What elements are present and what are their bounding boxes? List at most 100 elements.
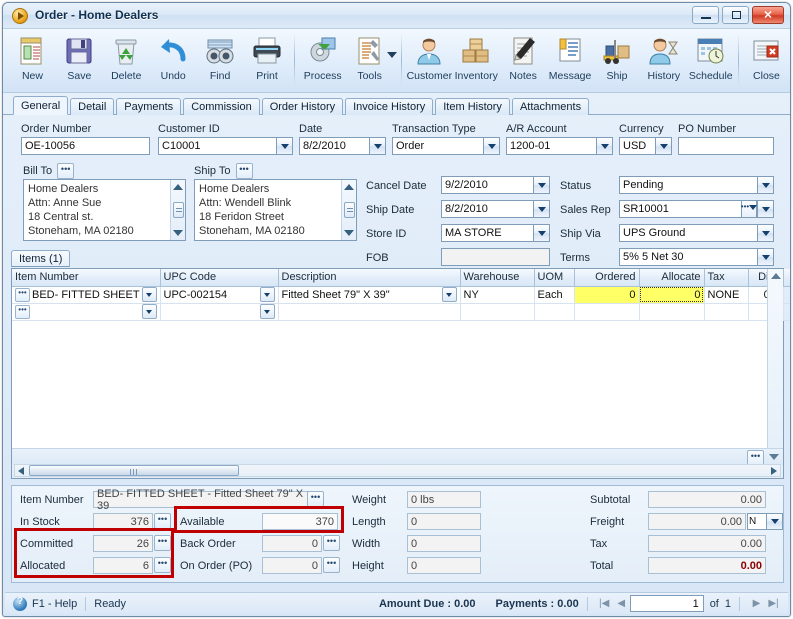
order-number-input[interactable]: OE-10056 [21,137,150,155]
toolbar-print-button[interactable]: Print [244,32,291,90]
tab-attachments[interactable]: Attachments [511,98,590,115]
fob-input[interactable] [441,248,550,266]
cell-uom[interactable] [534,303,575,321]
toolbar-inventory-button[interactable]: Inventory [453,32,500,90]
weight-input[interactable]: 0 lbs [407,491,481,508]
detail-item-number-ellipsis-button[interactable]: ••• [307,491,324,507]
date-combo[interactable]: 8/2/2010 [299,137,386,155]
col-upc-code[interactable]: UPC Code [160,269,279,287]
chevron-down-icon[interactable] [596,137,613,155]
cell-upc-code[interactable] [160,303,279,321]
chevron-down-icon[interactable] [655,137,672,155]
customer-id-input[interactable]: C10001 [158,137,276,155]
chevron-down-icon[interactable] [757,200,774,218]
date-input[interactable]: 8/2/2010 [299,137,369,155]
freight-input[interactable]: 0.00 [648,513,746,530]
maximize-button[interactable] [722,6,749,24]
detail-item-number-input[interactable]: BED- FITTED SHEET - Fitted Sheet 79" X 3… [93,488,308,512]
ship-date-input[interactable]: 8/2/2010 [441,200,533,218]
store-id-input[interactable]: MA STORE [441,224,533,242]
ship-to-scrollbar[interactable] [341,180,356,240]
sales-rep-ellipsis-button[interactable]: ••• [741,200,757,218]
toolbar-tools-button[interactable]: Tools [346,32,393,90]
width-input[interactable]: 0 [407,535,481,552]
calendar-dropdown-icon[interactable] [533,176,550,194]
scroll-down-icon[interactable] [173,230,183,236]
calendar-dropdown-icon[interactable] [369,137,386,155]
cancel-date-input[interactable]: 9/2/2010 [441,176,533,194]
toolbar-close-button[interactable]: Close [743,32,790,90]
ship-to-address-box[interactable]: Home Dealers Attn: Wendell Blink 18 Feri… [194,179,357,241]
scrollbar-thumb[interactable] [172,202,184,218]
in-stock-ellipsis-button[interactable]: ••• [154,513,171,529]
tab-item-history[interactable]: Item History [435,98,510,115]
cell-warehouse[interactable]: NY [460,286,535,304]
toolbar-message-button[interactable]: Message [547,32,594,90]
ship-via-combo[interactable]: UPS Ground [619,224,774,242]
tab-commission[interactable]: Commission [183,98,260,115]
cell-description[interactable]: Fitted Sheet 79" X 39" [278,286,461,304]
transaction-type-combo[interactable]: Order [392,137,500,155]
scroll-up-icon[interactable] [173,184,183,190]
tab-general[interactable]: General [13,96,69,115]
currency-combo[interactable]: USD [619,137,672,155]
cell-allocate[interactable]: 0 [639,286,705,304]
customer-id-combo[interactable]: C10001 [158,137,293,155]
cell-uom[interactable]: Each [534,286,575,304]
chevron-down-icon[interactable] [483,137,500,155]
status-combo[interactable]: Pending [619,176,774,194]
on-order-po-ellipsis-button[interactable]: ••• [323,557,340,573]
scroll-up-icon[interactable] [771,273,781,279]
toolbar-delete-button[interactable]: Delete [103,32,150,90]
cancel-date-combo[interactable]: 9/2/2010 [441,176,550,194]
chevron-down-icon[interactable] [441,287,457,302]
grid-horizontal-scrollbar[interactable] [14,464,781,477]
table-row[interactable]: ••• [12,303,790,321]
height-input[interactable]: 0 [407,557,481,574]
cell-description[interactable] [278,303,461,321]
minimize-button[interactable] [692,6,719,24]
col-ordered[interactable]: Ordered [574,269,640,287]
cell-item-number[interactable]: ••• BED- FITTED SHEET [12,286,161,304]
item-lookup-ellipsis-button[interactable]: ••• [15,287,30,302]
scrollbar-thumb[interactable] [29,465,239,476]
store-id-combo[interactable]: MA STORE [441,224,550,242]
help-text[interactable]: F1 - Help [32,598,77,610]
toolbar-find-button[interactable]: Find [197,32,244,90]
help-icon[interactable] [13,596,27,611]
bill-to-ellipsis-button[interactable]: ••• [57,163,75,179]
calendar-dropdown-icon[interactable] [533,200,550,218]
bill-to-address-box[interactable]: Home Dealers Attn: Anne Sue 18 Central s… [23,179,186,241]
status-input[interactable]: Pending [619,176,757,194]
ship-date-combo[interactable]: 8/2/2010 [441,200,550,218]
sales-rep-combo[interactable]: SR10001 ••• [619,200,774,218]
in-stock-input[interactable]: 376 [93,513,153,530]
scroll-up-icon[interactable] [344,184,354,190]
sales-rep-input[interactable]: SR10001 [619,200,741,218]
cell-item-number[interactable]: ••• [12,303,161,321]
toolbar-notes-button[interactable]: Notes [500,32,547,90]
scrollbar-thumb[interactable] [343,202,355,218]
ship-via-input[interactable]: UPS Ground [619,224,757,242]
chevron-down-icon[interactable] [533,224,550,242]
grid-vertical-scrollbar[interactable] [767,269,783,448]
first-record-icon[interactable]: |◀ [596,596,613,612]
item-lookup-ellipsis-button[interactable]: ••• [15,304,30,319]
toolbar-history-button[interactable]: History [640,32,687,90]
scroll-left-icon[interactable] [18,467,24,475]
chevron-down-icon[interactable] [276,137,293,155]
tab-items[interactable]: Items (1) [11,250,71,267]
ar-account-combo[interactable]: 1200-01 [506,137,613,155]
toolbar-new-button[interactable]: New [9,32,56,90]
back-order-ellipsis-button[interactable]: ••• [323,535,340,551]
tab-invoice-history[interactable]: Invoice History [345,98,434,115]
chevron-down-icon[interactable] [757,224,774,242]
freight-unit-value[interactable]: N [747,513,766,530]
chevron-down-icon[interactable] [259,304,275,319]
chevron-down-icon[interactable] [141,304,157,319]
ar-account-input[interactable]: 1200-01 [506,137,596,155]
allocated-ellipsis-button[interactable]: ••• [154,557,171,573]
cell-warehouse[interactable] [460,303,535,321]
cell-tax[interactable] [704,303,749,321]
previous-record-icon[interactable]: ◀ [613,596,630,612]
